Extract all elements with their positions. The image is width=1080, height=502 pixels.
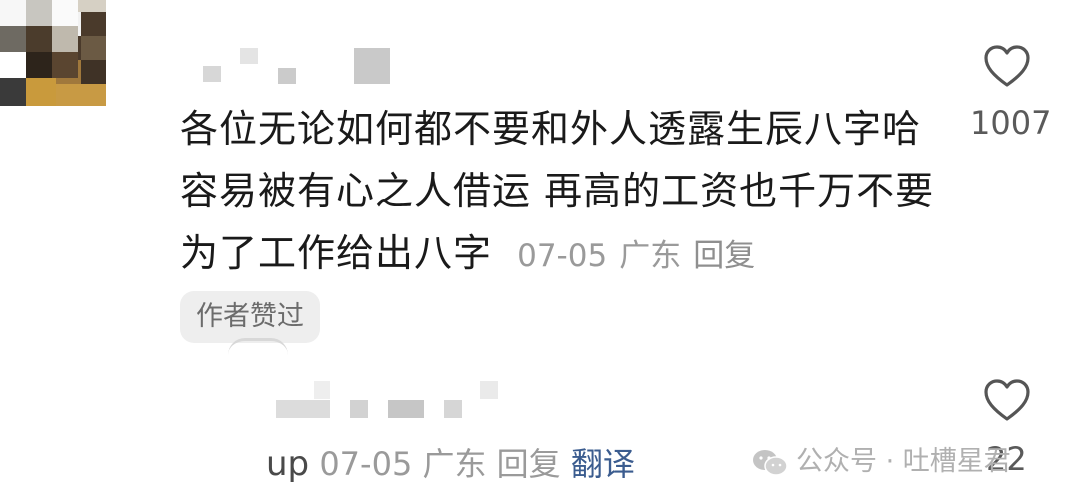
author-liked-badge: 作者赞过 [180,291,320,343]
comment-reply-link[interactable]: 回复 [693,238,755,274]
reply-meta-line: up 07-05 广东 回复 翻译 [266,440,635,488]
reply-like-heart-icon[interactable] [983,378,1031,422]
replier-avatar[interactable] [0,0,78,184]
reply-translate-link[interactable]: 翻译 [571,445,635,483]
reply-reply-link[interactable]: 回复 [497,445,561,483]
wechat-icon [753,449,788,476]
watermark-text: 公众号 · 吐槽星君 [796,446,1011,477]
comment-location: 广东 [619,238,682,274]
comment-like-count: 1007 [970,104,1052,142]
comment-date: 07-05 [517,238,608,274]
reply-date: 07-05 [319,445,413,483]
comment-body: 各位无论如何都不要和外人透露生辰八字哈容易被有心之人借运 再高的工资也千万不要为… [180,98,950,287]
reply-username-text: up [266,444,310,484]
like-heart-icon[interactable] [983,44,1031,88]
divider-arc [228,338,288,355]
watermark: 公众号 · 吐槽星君 [752,442,1011,482]
reply-location: 广东 [422,445,487,483]
